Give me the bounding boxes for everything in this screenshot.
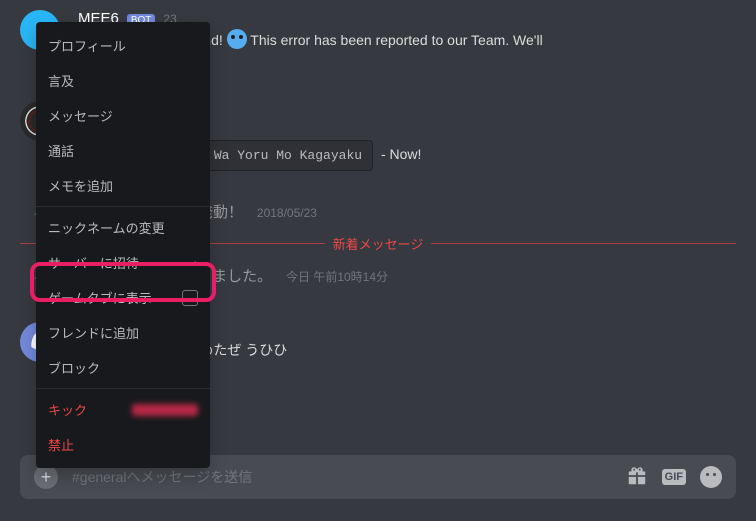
chevron-right-icon: ›: [194, 256, 198, 270]
menu-message[interactable]: メッセージ: [36, 98, 210, 133]
divider-label: 新着メッセージ: [325, 234, 432, 253]
message-suffix: - Now!: [381, 146, 421, 162]
menu-add-note[interactable]: メモを追加: [36, 168, 210, 203]
menu-call[interactable]: 通話: [36, 133, 210, 168]
menu-separator: [36, 206, 210, 207]
menu-invite-server[interactable]: サーバーに招待 ›: [36, 245, 210, 280]
timestamp: 今日 午前10時14分: [286, 270, 388, 284]
menu-block[interactable]: ブロック: [36, 350, 210, 385]
menu-kick[interactable]: キック: [36, 392, 210, 427]
menu-show-gametab[interactable]: ゲームタブに表示: [36, 280, 210, 315]
message-input[interactable]: [72, 469, 612, 485]
menu-profile[interactable]: プロフィール: [36, 28, 210, 63]
gift-icon[interactable]: [626, 465, 648, 490]
redacted-name: [132, 404, 198, 416]
menu-mention[interactable]: 言及: [36, 63, 210, 98]
user-context-menu: プロフィール 言及 メッセージ 通話 メモを追加 ニックネームの変更 サーバーに…: [36, 22, 210, 468]
menu-ban[interactable]: 禁止: [36, 427, 210, 462]
menu-separator: [36, 388, 210, 389]
menu-add-friend[interactable]: フレンドに追加: [36, 315, 210, 350]
timestamp: 2018/05/23: [257, 206, 317, 220]
gif-button[interactable]: GIF: [662, 469, 686, 485]
emoji-button[interactable]: [700, 466, 722, 488]
fearful-face-emoji: [227, 29, 247, 49]
checkbox-icon: [182, 290, 198, 306]
attach-button[interactable]: +: [34, 465, 58, 489]
menu-change-nickname[interactable]: ニックネームの変更: [36, 210, 210, 245]
